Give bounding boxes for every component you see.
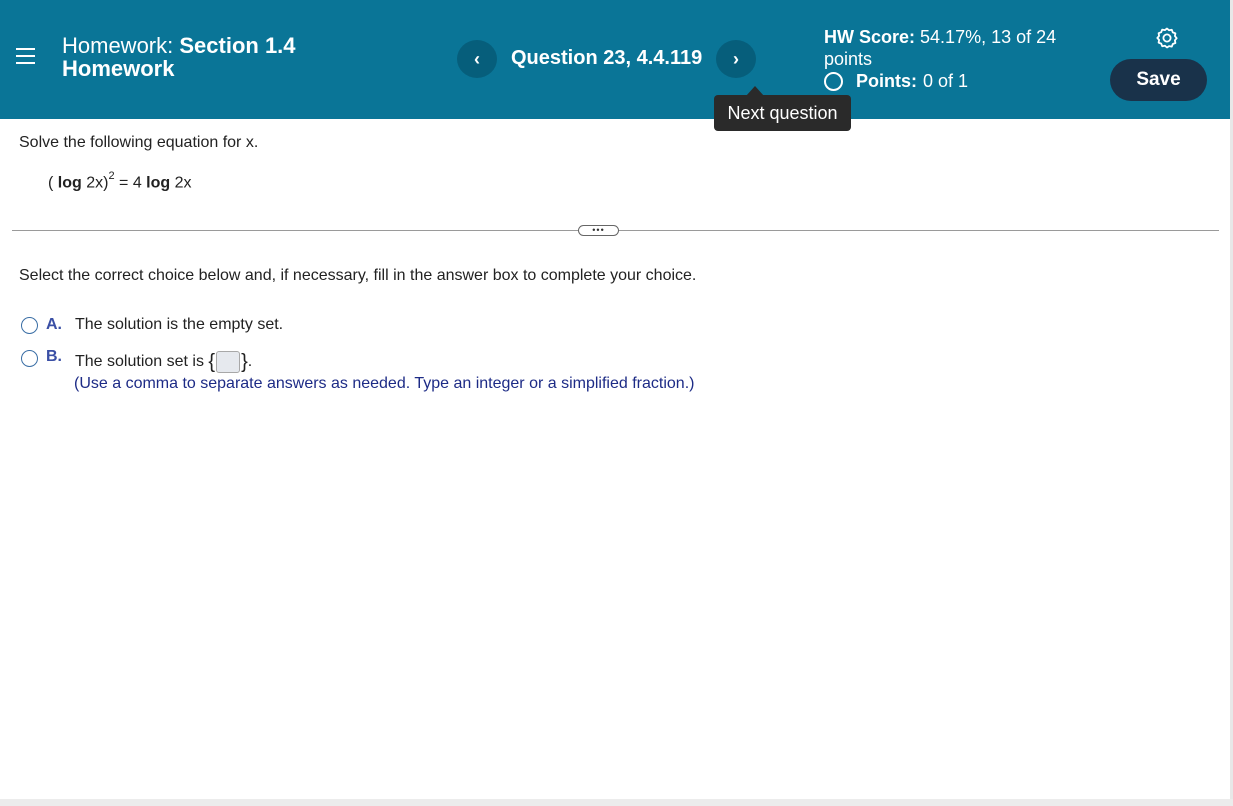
equation-log-2: log <box>146 174 171 192</box>
choice-b-text: The solution set is {}. <box>75 348 252 373</box>
brace-close: } <box>241 351 248 373</box>
chevron-left-icon: ‹ <box>474 48 480 69</box>
points-value: 0 of 1 <box>923 71 969 91</box>
next-question-button[interactable]: › <box>716 40 756 78</box>
question-prompt: Solve the following equation for x. <box>19 134 259 151</box>
points-status-circle-icon <box>824 72 843 91</box>
save-button[interactable]: Save <box>1110 59 1207 101</box>
choice-b-radio[interactable] <box>21 350 38 367</box>
answer-instruction: Select the correct choice below and, if … <box>19 267 697 284</box>
choice-b-text-before: The solution set is <box>75 353 204 371</box>
homework-section-line2: Homework <box>62 56 175 81</box>
choice-a-radio[interactable] <box>21 317 38 334</box>
chevron-right-icon: › <box>733 48 739 69</box>
equation-paren: ( <box>48 174 54 192</box>
gear-icon[interactable] <box>1155 26 1179 50</box>
points-status: Points: 0 of 1 <box>824 71 968 92</box>
homework-section: Section 1.4 <box>179 33 296 58</box>
previous-question-button[interactable]: ‹ <box>457 40 497 78</box>
hw-score-unit: points <box>824 49 873 69</box>
bottom-edge <box>0 799 1233 806</box>
hw-score-label: HW Score: <box>824 27 916 47</box>
homework-label: Homework: <box>62 33 174 58</box>
homework-title: Homework: Section 1.4 Homework <box>62 34 296 80</box>
equation-arg-1: 2x) <box>81 174 109 192</box>
choice-b-letter: B. <box>46 348 62 365</box>
choice-b-text-after: . <box>247 353 253 371</box>
equation-exponent: 2 <box>108 170 115 182</box>
answer-input-box[interactable] <box>216 351 241 373</box>
choice-a[interactable]: A. The solution is the empty set. <box>21 316 283 334</box>
choice-a-letter: A. <box>46 316 62 333</box>
equation-arg-2: 2x <box>170 174 192 192</box>
question-label: Question 23, 4.4.119 <box>511 47 703 69</box>
hamburger-menu-icon[interactable] <box>16 48 35 66</box>
choice-b[interactable]: B. The solution set is {}. <box>21 348 252 373</box>
next-question-tooltip: Next question <box>714 95 851 131</box>
equation-log-1: log <box>57 174 82 192</box>
answer-hint: (Use a comma to separate answers as need… <box>74 375 695 392</box>
hw-score-value: 54.17%, 13 of 24 <box>920 27 1057 47</box>
top-bar: Homework: Section 1.4 Homework ‹ Questio… <box>0 0 1230 119</box>
hw-score: HW Score: 54.17%, 13 of 24 points <box>824 26 1084 70</box>
choice-a-text: The solution is the empty set. <box>75 316 284 333</box>
equation-middle: = 4 <box>114 174 147 192</box>
points-label: Points: <box>856 71 917 91</box>
equation: ( log 2x)2 = 4 log 2x <box>48 170 192 192</box>
divider-drag-handle[interactable]: ••• <box>578 225 619 236</box>
brace-open: { <box>208 351 216 373</box>
